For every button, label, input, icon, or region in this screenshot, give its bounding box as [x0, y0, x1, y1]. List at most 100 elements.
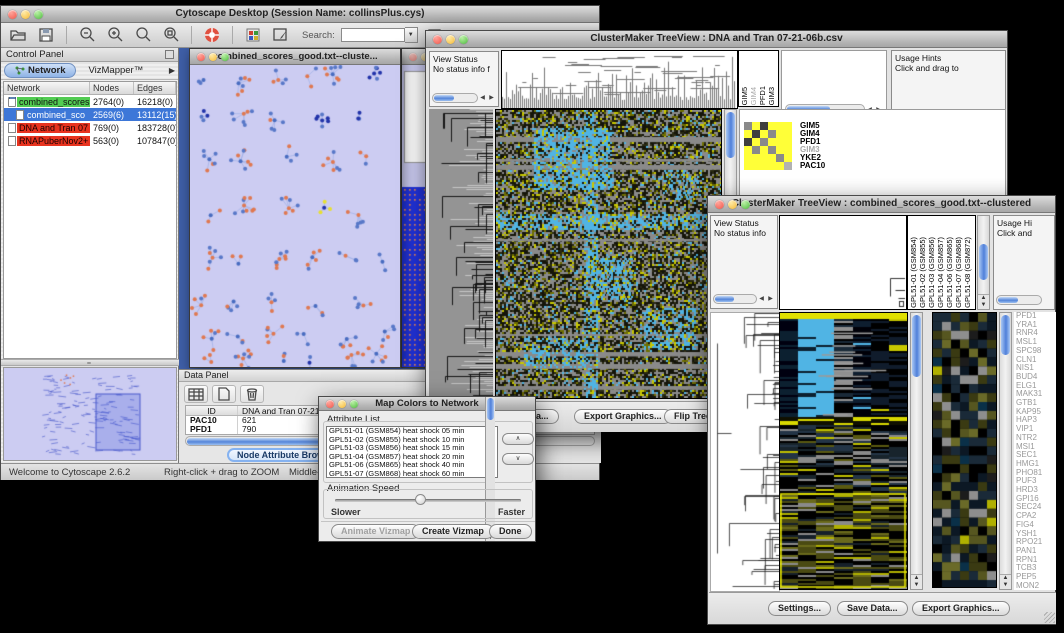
window-network-view-1[interactable]: combined_scores_good.txt--cluste... [189, 48, 401, 368]
tab-network[interactable]: Network [4, 63, 76, 78]
zoom-out-button[interactable] [76, 25, 98, 45]
vizmap-button[interactable] [242, 25, 264, 45]
zoom-button[interactable] [350, 400, 358, 408]
search-input[interactable] [341, 28, 405, 42]
open-button[interactable] [7, 25, 29, 45]
speed-slider-track[interactable] [335, 499, 521, 502]
usage-hints-text: Click and drag to [895, 63, 1002, 73]
attribute-list[interactable]: GPL51-01 (GSM854) heat shock 05 minGPL51… [326, 426, 498, 478]
speed-slider-thumb[interactable] [415, 494, 426, 505]
network-row[interactable]: combined_scores 2764(0) 16218(0) [4, 95, 176, 108]
row-dendrogram-1[interactable] [429, 109, 493, 399]
column-label: GPL51-08 (GSM872) [963, 237, 972, 308]
network-view-1-title-bar[interactable]: combined_scores_good.txt--cluste... [190, 49, 400, 65]
float-panel-icon[interactable] [165, 50, 174, 59]
treeview-2-title-bar[interactable]: ClusterMaker TreeView : combined_scores_… [708, 196, 1055, 213]
heatmap-2[interactable] [779, 312, 908, 590]
zoom-button[interactable] [459, 35, 468, 44]
annotation-button[interactable] [270, 25, 292, 45]
vertical-scrollbar[interactable]: ▲▼ [910, 312, 923, 590]
move-up-button[interactable]: ∧ [502, 433, 534, 445]
minimize-button[interactable] [21, 10, 30, 19]
scroll-down-icon[interactable]: ▼ [978, 302, 989, 309]
network-nodes-count: 2569(6) [90, 110, 134, 120]
zoom-selected-button[interactable] [132, 25, 154, 45]
minimize-button[interactable] [209, 53, 217, 61]
scroll-down-icon[interactable]: ▼ [911, 582, 922, 589]
close-button[interactable] [409, 53, 417, 61]
close-button[interactable] [715, 200, 724, 209]
select-attributes-button[interactable] [184, 385, 208, 403]
close-button[interactable] [326, 400, 334, 408]
zoom-matrix[interactable] [744, 122, 792, 170]
column-labels-2[interactable]: GPL51-01 (GSM854)GPL51-02 (GSM855)GPL51-… [907, 215, 976, 310]
scroll-up-icon[interactable]: ▲ [911, 575, 922, 582]
search-dropdown-arrow[interactable]: ▼ [405, 27, 418, 43]
network-row[interactable]: DNA and Tran 07 769(0) 183728(0) [4, 121, 176, 134]
scroll-down-icon[interactable]: ▼ [1000, 582, 1011, 589]
zoom-fit-button[interactable] [160, 25, 182, 45]
scroll-up-icon[interactable]: ▲ [978, 295, 989, 302]
resize-grip[interactable] [1044, 612, 1055, 623]
zoom-heatmap-2[interactable] [932, 312, 997, 588]
new-attribute-button[interactable] [212, 385, 236, 403]
network-overview-thumbnail[interactable] [3, 367, 177, 461]
tab-overflow-arrow[interactable]: ▶ [169, 66, 175, 75]
vertical-scrollbar[interactable]: ▲▼ [977, 215, 990, 310]
treeview-action-button[interactable]: Export Graphics... [912, 601, 1010, 616]
minimize-button[interactable] [338, 400, 346, 408]
network-table-header[interactable]: Network Nodes Edges [4, 82, 176, 95]
column-label: GIM3 [767, 87, 776, 105]
network-canvas-1[interactable] [190, 65, 400, 367]
network-row[interactable]: RNAPuberNov2+ 563(0) 107847(0) [4, 134, 176, 147]
delete-attribute-button[interactable] [240, 385, 264, 403]
window-controls[interactable] [8, 10, 43, 19]
horizontal-scrollbar[interactable]: ◀▶ [432, 92, 496, 104]
treeview-action-button[interactable]: Settings... [768, 601, 831, 616]
close-button[interactable] [197, 53, 205, 61]
treeview-1-title-bar[interactable]: ClusterMaker TreeView : DNA and Tran 07-… [426, 31, 1007, 48]
scroll-left-icon[interactable]: ◀ [478, 93, 487, 103]
heatmap-1[interactable] [495, 109, 722, 399]
treeview-action-button[interactable]: Export Graphics... [574, 409, 672, 424]
horizontal-scrollbar[interactable]: ◀▶ [713, 293, 775, 305]
save-button[interactable] [35, 25, 57, 45]
attribute-list-item[interactable]: GPL51-07 (GSM868) heat shock 60 min [329, 470, 497, 478]
done-button[interactable]: Done [489, 524, 532, 539]
network-edges-count: 107847(0) [134, 136, 176, 146]
usage-hints-panel: Usage Hints Click and drag to [891, 50, 1006, 118]
animate-vizmap-button[interactable]: Animate Vizmap [331, 524, 420, 539]
create-vizmap-button[interactable]: Create Vizmap [412, 524, 494, 539]
vertical-scrollbar[interactable]: ▲▼ [485, 397, 495, 541]
scroll-right-icon[interactable]: ▶ [487, 93, 496, 103]
minimize-button[interactable] [446, 35, 455, 44]
horizontal-scrollbar[interactable] [996, 294, 1042, 306]
matrix-cell [768, 162, 776, 170]
vertical-scrollbar[interactable]: ▲▼ [999, 312, 1012, 590]
panel-splitter[interactable] [1, 359, 179, 366]
tab-vizmapper[interactable]: VizMapper™ [78, 64, 153, 77]
scroll-right-icon[interactable]: ▶ [766, 294, 775, 304]
column-dendrogram-2[interactable] [779, 215, 907, 310]
zoom-in-button[interactable] [104, 25, 126, 45]
column-dendrogram-1[interactable] [501, 50, 738, 109]
gene-label-list[interactable]: PFD1YRA1RNR4MSL1SPC98CLN1NIS1BUD4ELG1MAK… [1014, 312, 1056, 590]
row-dendrogram-2[interactable] [710, 312, 780, 592]
treeview-action-button[interactable]: Save Data... [837, 601, 908, 616]
cytoscape-title-bar[interactable]: Cytoscape Desktop (Session Name: collins… [1, 6, 599, 23]
zoom-button[interactable] [741, 200, 750, 209]
scroll-up-icon[interactable]: ▲ [1000, 575, 1011, 582]
column-label: YKE2 [776, 86, 779, 105]
column-labels-1[interactable]: GIM5GIM4PFD1GIM3YKE2PAC10 [738, 50, 779, 107]
minimize-button[interactable] [728, 200, 737, 209]
dialog-title-bar[interactable]: Map Colors to Network [319, 397, 535, 411]
move-down-button[interactable]: ∨ [502, 453, 534, 465]
zoom-button[interactable] [34, 10, 43, 19]
scroll-left-icon[interactable]: ◀ [757, 294, 766, 304]
help-button[interactable] [201, 25, 223, 45]
close-button[interactable] [433, 35, 442, 44]
close-button[interactable] [8, 10, 17, 19]
network-row[interactable]: combined_sco 2569(6) 13112(15) [4, 108, 176, 121]
treeview-2-title: ClusterMaker TreeView : combined_scores_… [732, 198, 1031, 209]
zoom-button[interactable] [221, 53, 229, 61]
